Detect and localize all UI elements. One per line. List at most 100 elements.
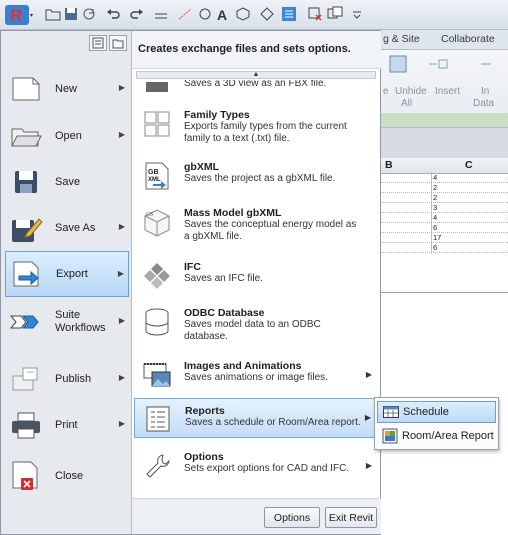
export-item-odbc-database[interactable]: ODBC Database Saves model data to an ODB… [134, 307, 378, 347]
menu-item-label: Publish [55, 372, 92, 385]
quick-access-toolbar: R A [0, 0, 508, 30]
ribbon-background: g & Site Collaborate e Unhide All Insert… [381, 30, 508, 128]
ribbon-label-all: All [401, 98, 413, 109]
export-item-family-types[interactable]: Family Types Exports family types from t… [134, 109, 378, 149]
dimension-icon[interactable] [176, 5, 194, 23]
submenu-arrow-icon: ▶ [118, 373, 125, 382]
close-hidden-icon[interactable] [306, 5, 324, 23]
table-row: 4 [381, 213, 508, 223]
reports-icon [143, 404, 173, 434]
export-item-title: Reports [185, 405, 225, 417]
cell-value: 3 [433, 203, 438, 212]
measure-icon[interactable] [152, 5, 170, 23]
export-item-title: ODBC Database [184, 307, 265, 319]
application-menu-button[interactable]: R [4, 3, 38, 27]
menu-item-label: Save [55, 175, 81, 188]
save-as-icon [5, 208, 47, 248]
open-icon[interactable] [44, 5, 62, 23]
menu-item-label: Save As [55, 221, 96, 234]
export-item-title: Mass Model gbXML [184, 207, 282, 219]
tab-collaborate[interactable]: Collaborate [441, 33, 495, 45]
images-animations-icon [142, 360, 172, 390]
export-item-images-animations[interactable]: Images and Animations Saves animations o… [134, 360, 378, 392]
svg-text:R: R [10, 6, 22, 25]
table-row: 3 [381, 203, 508, 213]
text-icon[interactable]: A [214, 5, 232, 23]
menu-item-suite-workflows[interactable]: Suite Workflows ▶ [5, 299, 129, 345]
submenu-arrow-icon: ▶ [118, 83, 125, 92]
ribbon-label-data: Data [473, 98, 495, 109]
menu-item-print[interactable]: Print ▶ [5, 402, 129, 448]
fbx-icon [142, 80, 172, 94]
export-item-gbxml[interactable]: GB XML gbXML Saves the project as a gbXML… [134, 161, 378, 193]
customize-toolbar-icon[interactable] [348, 5, 366, 23]
submenu-arrow-icon: ▶ [364, 413, 371, 422]
undo-icon[interactable] [104, 5, 122, 23]
schedule-sheet: B C 4 2 2 3 4 6 17 6 [381, 158, 508, 535]
tab-massing-site[interactable]: g & Site [383, 33, 420, 45]
export-item-fbx[interactable]: Saves a 3D view as an FBX file. [134, 80, 378, 94]
open-documents-icon[interactable] [109, 35, 127, 51]
submenu-arrow-icon: ▶ [118, 419, 125, 428]
sync-icon[interactable] [80, 5, 98, 23]
submenu-item-room-area-report[interactable]: Room/Area Report [377, 425, 496, 447]
menu-item-label: New [55, 82, 78, 95]
export-item-description: Saves a 3D view as an FBX file. [184, 80, 327, 89]
column-b-header[interactable]: B [385, 159, 393, 171]
options-button[interactable]: Options [264, 507, 320, 528]
redo-icon[interactable] [128, 5, 146, 23]
gbxml-icon: GB XML [142, 161, 172, 191]
submenu-item-label: Room/Area Report [402, 430, 494, 442]
menu-item-new[interactable]: New ▶ [5, 66, 129, 112]
panel-header: Creates exchange files and sets options. [132, 31, 381, 69]
cell-value: 2 [433, 193, 438, 202]
tag-icon[interactable] [196, 5, 214, 23]
cell-value: 2 [433, 183, 438, 192]
export-item-description: Saves animations or image files. [184, 372, 328, 383]
submenu-arrow-icon: ▶ [118, 316, 125, 325]
svg-text:XML: XML [148, 177, 161, 183]
svg-text:GB: GB [146, 212, 154, 218]
exit-revit-button[interactable]: Exit Revit [325, 507, 377, 528]
table-row: 6 [381, 223, 508, 233]
export-item-ifc[interactable]: IFC Saves an IFC file. [134, 261, 378, 293]
export-item-options[interactable]: Options Sets export options for CAD and … [134, 451, 378, 483]
export-item-reports[interactable]: Reports Saves a schedule or Room/Area re… [134, 398, 378, 438]
menu-item-save-as[interactable]: Save As ▶ [5, 205, 129, 251]
menu-item-export[interactable]: Export ▶ [5, 251, 129, 297]
table-row: 6 [381, 243, 508, 253]
recent-documents-icon[interactable] [89, 35, 107, 51]
recent-documents-toggles [89, 35, 129, 53]
submenu-item-label: Schedule [403, 406, 449, 418]
3d-view-icon[interactable] [234, 5, 252, 23]
menu-item-save[interactable]: Save [5, 159, 129, 205]
submenu-item-schedule[interactable]: Schedule [377, 401, 496, 423]
family-types-icon [142, 109, 172, 139]
section-icon[interactable] [258, 5, 276, 23]
save-icon[interactable] [62, 5, 80, 23]
submenu-arrow-icon: ▶ [118, 222, 125, 231]
menu-item-close[interactable]: Close [5, 453, 129, 499]
menu-item-open[interactable]: Open ▶ [5, 113, 129, 159]
export-item-title: gbXML [184, 161, 219, 173]
publish-icon [5, 359, 47, 399]
svg-text:A: A [217, 7, 227, 22]
ribbon-label-insert: Insert [435, 86, 461, 97]
schedule-icon [382, 404, 400, 420]
export-item-description: Saves the project as a gbXML file. [184, 173, 336, 184]
thin-lines-icon[interactable] [280, 5, 298, 23]
ribbon-button-1[interactable] [381, 52, 415, 76]
export-item-mass-model-gbxml[interactable]: GB Mass Model gbXML Saves the conceptual… [134, 207, 378, 247]
insert-button[interactable] [421, 52, 455, 76]
room-area-report-icon [381, 428, 399, 444]
insert-data-button[interactable] [473, 52, 507, 76]
floppy-disk-icon [5, 162, 47, 202]
scroll-up-button[interactable]: ▲ [136, 71, 376, 79]
ribbon-label-in: In [481, 86, 490, 97]
column-c-header[interactable]: C [465, 159, 473, 171]
close-document-icon [5, 456, 47, 496]
suite-workflows-icon [5, 302, 47, 342]
switch-windows-icon[interactable] [326, 5, 344, 23]
svg-text:GB: GB [148, 169, 159, 176]
menu-item-publish[interactable]: Publish ▶ [5, 356, 129, 402]
